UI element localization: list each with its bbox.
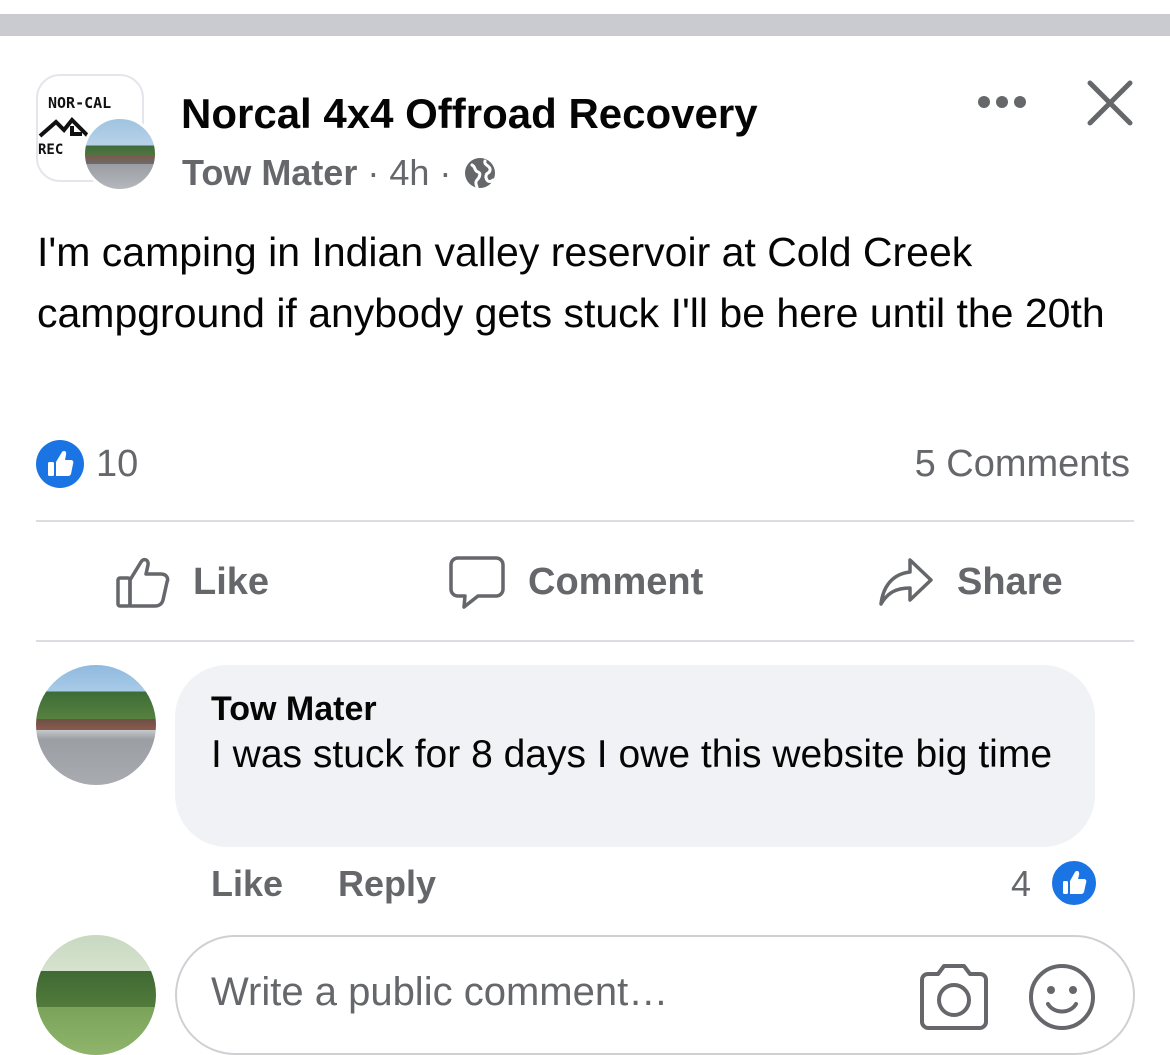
comment-like-button[interactable]: Like (211, 863, 283, 905)
post-time[interactable]: 4h (389, 152, 429, 194)
current-user-avatar (36, 935, 156, 1055)
meta-separator: · (439, 152, 452, 193)
comment-like-badge[interactable] (1049, 858, 1099, 908)
comment-reply-button[interactable]: Reply (338, 863, 436, 905)
group-name[interactable]: Norcal 4x4 Offroad Recovery (181, 90, 758, 138)
close-icon[interactable] (1086, 79, 1134, 127)
emoji-icon[interactable] (1027, 960, 1097, 1030)
like-count[interactable]: 10 (96, 440, 138, 488)
globe-icon (465, 158, 496, 189)
commenter-avatar[interactable] (36, 665, 156, 785)
thumbs-up-icon (48, 451, 74, 476)
post-meta: Tow Mater · 4h · (182, 152, 497, 194)
share-arrow-icon (879, 558, 933, 606)
post-text: I'm camping in Indian valley reservoir a… (37, 229, 1105, 336)
group-logo-text-2: REC (38, 142, 64, 158)
group-logo-text: NOR-CAL (48, 94, 112, 112)
top-separator-strip (0, 14, 1170, 36)
meta-separator: · (367, 152, 380, 193)
post-card (0, 36, 1170, 1017)
poster-avatar[interactable] (82, 116, 158, 192)
comment-button[interactable]: Comment (448, 552, 703, 612)
share-button[interactable]: Share (877, 552, 1063, 612)
comment-text: I was stuck for 8 days I owe this websit… (211, 733, 1053, 776)
post-author[interactable]: Tow Mater (182, 152, 357, 194)
divider (36, 520, 1134, 522)
comment-author[interactable]: Tow Mater (211, 690, 377, 729)
comment-input-placeholder: Write a public comment… (211, 970, 669, 1014)
more-options-icon[interactable] (976, 94, 1028, 110)
thumbs-up-outline-icon (116, 557, 170, 608)
comment-button-label: Comment (528, 560, 704, 603)
top-safe-area (0, 0, 1170, 14)
comments-count[interactable]: 5 Comments (915, 440, 1130, 488)
share-button-label: Share (957, 560, 1063, 603)
camera-icon[interactable] (916, 960, 992, 1030)
like-button[interactable]: Like (115, 552, 269, 612)
like-button-label: Like (193, 560, 270, 603)
comment-bubble-icon (449, 556, 505, 609)
like-reaction-badge[interactable] (36, 440, 84, 488)
comment-reaction-count[interactable]: 4 (1011, 863, 1031, 905)
thumbs-up-icon (1063, 871, 1087, 894)
divider (36, 640, 1134, 642)
